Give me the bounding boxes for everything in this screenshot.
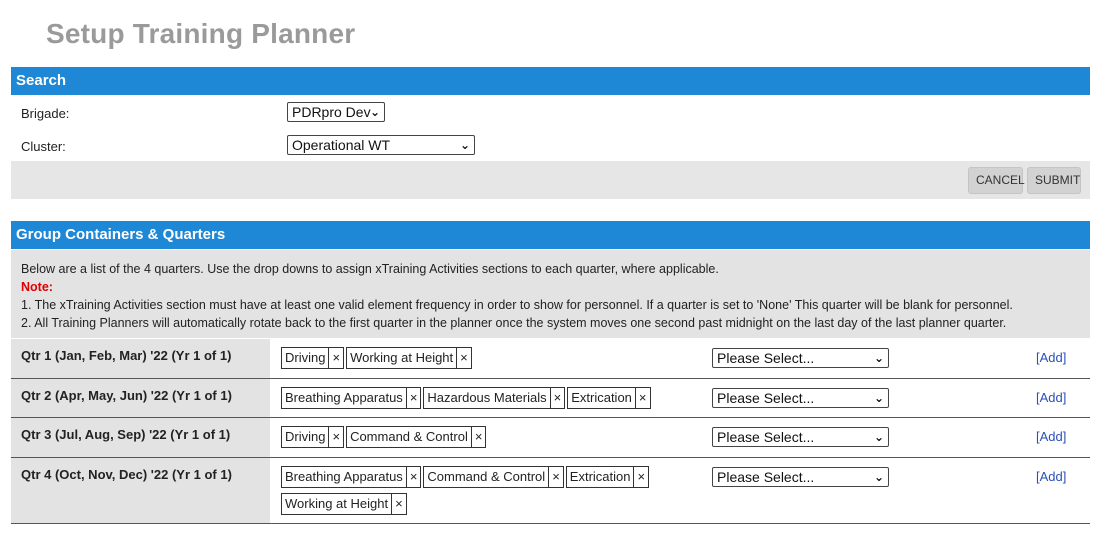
quarter-row-4: Qtr 4 (Oct, Nov, Dec) '22 (Yr 1 of 1) Br… — [11, 458, 1090, 524]
quarter-row-3: Qtr 3 (Jul, Aug, Sep) '22 (Yr 1 of 1) Dr… — [11, 418, 1090, 458]
activity-tag-label: Driving — [285, 350, 326, 365]
activity-tag: Driving × — [281, 426, 345, 448]
quarter-activity-select[interactable]: Please Select... ⌄ — [712, 467, 889, 487]
remove-icon[interactable]: × — [405, 388, 421, 408]
instructions-intro: Below are a list of the 4 quarters. Use … — [21, 262, 719, 276]
remove-icon[interactable]: × — [328, 348, 343, 368]
cluster-select[interactable]: Operational WT ⌄ — [287, 135, 475, 155]
activity-tag-label: Driving — [285, 429, 326, 444]
quarter-tags: Breathing Apparatus × Hazardous Materials ×… — [281, 387, 701, 414]
page-title: Setup Training Planner — [46, 18, 356, 49]
remove-icon[interactable]: × — [456, 348, 471, 368]
add-link[interactable]: [Add] — [1036, 350, 1066, 365]
activity-tag: Working at Height × — [281, 493, 407, 515]
chevron-down-icon: ⌄ — [459, 138, 470, 152]
quarter-select-value: Please Select... — [717, 469, 815, 485]
brigade-select-value: PDRpro Dev — [292, 104, 371, 120]
remove-icon[interactable]: × — [633, 467, 648, 487]
remove-icon[interactable]: × — [634, 388, 650, 408]
remove-icon[interactable]: × — [549, 388, 565, 408]
quarter-label: Qtr 1 (Jan, Feb, Mar) '22 (Yr 1 of 1) — [11, 339, 270, 378]
quarter-activity-select[interactable]: Please Select... ⌄ — [712, 427, 889, 447]
brigade-select[interactable]: PDRpro Dev ⌄ — [287, 102, 385, 122]
quarter-tags: Driving × Working at Height × — [281, 347, 701, 374]
activity-tag: Command & Control × — [423, 466, 564, 488]
quarter-row-2: Qtr 2 (Apr, May, Jun) '22 (Yr 1 of 1) Br… — [11, 379, 1090, 418]
activity-tag-label: Working at Height — [350, 350, 454, 365]
activity-tag: Working at Height × — [346, 347, 472, 369]
cancel-button[interactable]: CANCEL — [968, 167, 1025, 194]
activity-tag-label: Hazardous Materials — [427, 390, 547, 405]
brigade-label: Brigade: — [21, 106, 70, 121]
search-button-bar: CANCEL SUBMIT — [11, 161, 1090, 199]
cluster-label: Cluster: — [21, 139, 66, 154]
quarter-label: Qtr 4 (Oct, Nov, Dec) '22 (Yr 1 of 1) — [11, 458, 270, 523]
activity-tag: Breathing Apparatus × — [281, 387, 422, 409]
activity-tag-label: Breathing Apparatus — [285, 469, 403, 484]
quarter-select-value: Please Select... — [717, 390, 815, 406]
quarter-label: Qtr 3 (Jul, Aug, Sep) '22 (Yr 1 of 1) — [11, 418, 270, 457]
chevron-down-icon: ⌄ — [369, 105, 380, 119]
quarter-row-1: Qtr 1 (Jan, Feb, Mar) '22 (Yr 1 of 1) Dr… — [11, 339, 1090, 379]
quarter-select-value: Please Select... — [717, 429, 815, 445]
activity-tag: Breathing Apparatus × — [281, 466, 422, 488]
activity-tag-label: Command & Control — [427, 469, 546, 484]
activity-tag: Extrication × — [567, 387, 651, 409]
activity-tag: Command & Control × — [346, 426, 487, 448]
instructions-box: Below are a list of the 4 quarters. Use … — [11, 250, 1090, 338]
activity-tag-label: Command & Control — [350, 429, 468, 444]
note-label: Note: — [21, 280, 53, 294]
activity-tag-label: Extrication — [571, 390, 632, 405]
quarter-tags: Driving × Command & Control × — [281, 426, 701, 453]
cluster-row: Cluster: Operational WT ⌄ — [11, 131, 1090, 161]
activity-tag: Extrication × — [565, 466, 650, 488]
add-link[interactable]: [Add] — [1036, 390, 1066, 405]
activity-tag-label: Extrication — [569, 469, 631, 484]
activity-tag: Driving × — [281, 347, 345, 369]
quarter-label: Qtr 2 (Apr, May, Jun) '22 (Yr 1 of 1) — [11, 379, 270, 417]
chevron-down-icon: ⌄ — [873, 391, 884, 405]
activity-tag: Hazardous Materials × — [423, 387, 566, 409]
activity-tag-label: Working at Height — [285, 496, 389, 511]
chevron-down-icon: ⌄ — [873, 351, 884, 365]
brigade-row: Brigade: PDRpro Dev ⌄ — [11, 98, 1090, 128]
quarter-tags: Breathing Apparatus × Command & Control × Ex… — [281, 466, 701, 520]
remove-icon[interactable]: × — [548, 467, 563, 487]
quarter-activity-select[interactable]: Please Select... ⌄ — [712, 348, 889, 368]
remove-icon[interactable]: × — [405, 467, 421, 487]
quarter-select-value: Please Select... — [717, 350, 815, 366]
add-link[interactable]: [Add] — [1036, 429, 1066, 444]
note-item-2: 2. All Training Planners will automatica… — [21, 316, 1007, 330]
cluster-select-value: Operational WT — [292, 137, 391, 153]
chevron-down-icon: ⌄ — [873, 470, 884, 484]
activity-tag-label: Breathing Apparatus — [285, 390, 403, 405]
remove-icon[interactable]: × — [391, 494, 406, 514]
search-panel-header: Search — [11, 67, 1090, 95]
remove-icon[interactable]: × — [328, 427, 343, 447]
remove-icon[interactable]: × — [470, 427, 486, 447]
quarter-activity-select[interactable]: Please Select... ⌄ — [712, 388, 889, 408]
note-item-1: 1. The xTraining Activities section must… — [21, 298, 1013, 312]
add-link[interactable]: [Add] — [1036, 469, 1066, 484]
groups-panel-header: Group Containers & Quarters — [11, 221, 1090, 249]
chevron-down-icon: ⌄ — [873, 430, 884, 444]
submit-button[interactable]: SUBMIT — [1027, 167, 1081, 194]
